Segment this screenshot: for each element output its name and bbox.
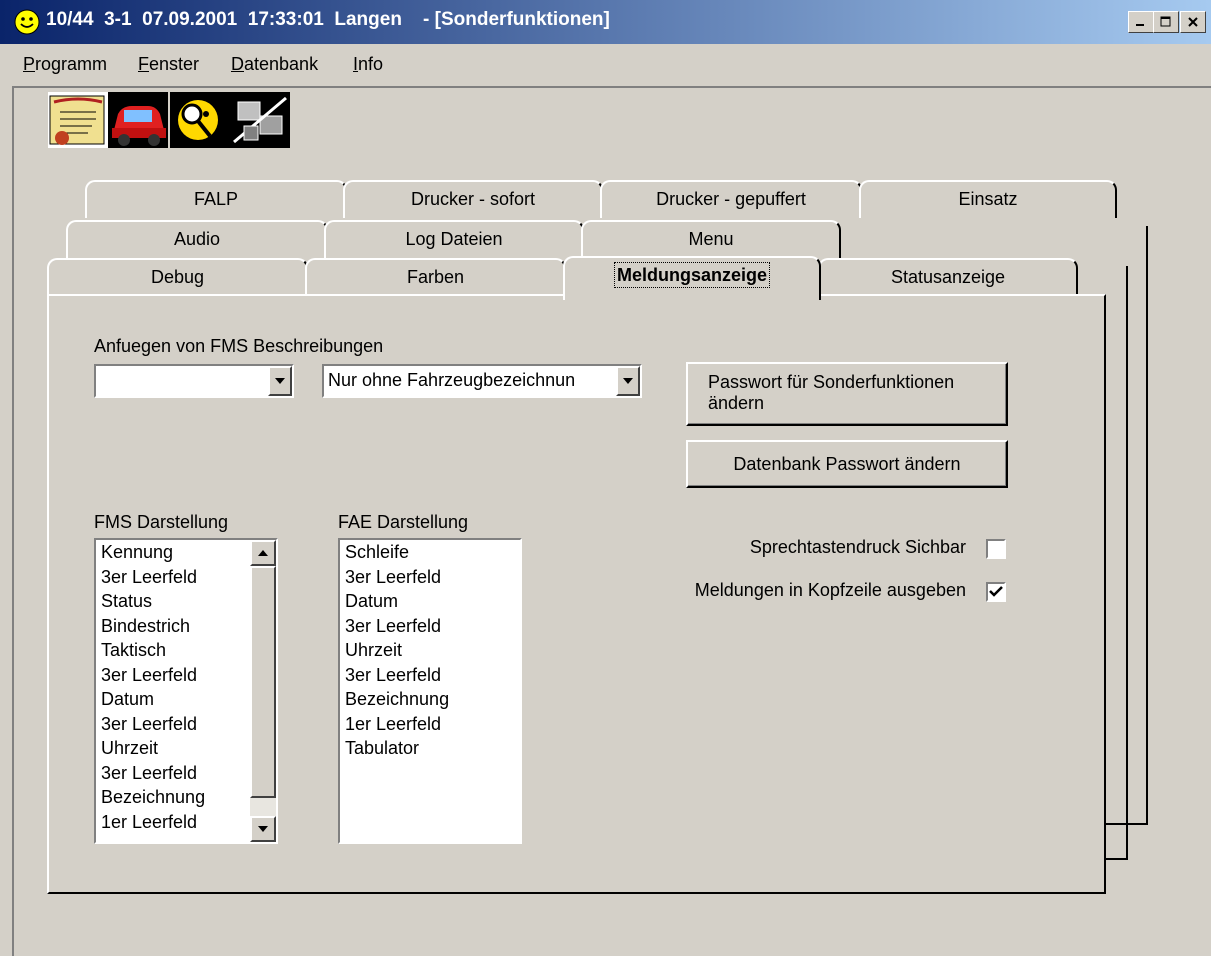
fahrzeugbezeichnung-combo[interactable]: Nur ohne Fahrzeugbezeichnun (322, 364, 642, 398)
list-item[interactable]: 3er Leerfeld (96, 761, 276, 786)
fms-darstellung-list[interactable]: Kennung 3er Leerfeld Status Bindestrich Takt… (94, 538, 278, 844)
list-item[interactable]: Schleife (340, 540, 520, 565)
button-label-line2: ändern (708, 393, 765, 413)
meldungen-kopfzeile-checkbox[interactable] (986, 582, 1006, 602)
list-item[interactable]: 3er Leerfeld (340, 565, 520, 590)
fae-darstellung-label: FAE Darstellung (338, 512, 469, 532)
fae-darstellung-list[interactable]: Schleife 3er Leerfeld Datum 3er Leerfeld Uhr… (338, 538, 522, 844)
list-item[interactable]: Bezeichnung (340, 687, 520, 712)
fms-beschreibung-combo[interactable] (94, 364, 294, 398)
tab-einsatz[interactable]: Einsatz (859, 180, 1117, 218)
datenbank-passwort-button[interactable]: Datenbank Passwort ändern (686, 440, 1008, 488)
vertical-scrollbar[interactable] (250, 540, 276, 842)
list-item[interactable]: Tabulator (340, 736, 520, 761)
fms-darstellung-label: FMS Darstellung (94, 512, 229, 532)
tab-farben[interactable]: Farben (305, 258, 566, 296)
fms-beschreibungen-label: Anfuegen von FMS Beschreibungen (94, 336, 384, 356)
menu-fenster[interactable]: Fenster (138, 54, 199, 75)
list-item[interactable]: Datum (96, 687, 276, 712)
tab-statusanzeige[interactable]: Statusanzeige (818, 258, 1078, 296)
tab-audio[interactable]: Audio (66, 220, 328, 258)
car-icon[interactable] (108, 92, 168, 148)
network-computer-icon[interactable] (230, 92, 290, 148)
chevron-down-icon[interactable] (268, 366, 292, 396)
smiley-app-icon (14, 9, 40, 35)
list-item[interactable]: Kennung (96, 540, 276, 565)
list-item[interactable]: Bezeichnung (96, 785, 276, 810)
scroll-down-icon[interactable] (250, 816, 276, 842)
list-item[interactable]: Bindestrich (96, 614, 276, 639)
scroll-up-icon[interactable] (250, 540, 276, 566)
tab-falp[interactable]: FALP (85, 180, 347, 218)
check-icon (989, 586, 1003, 597)
passwort-sonderfunktionen-button[interactable]: Passwort für Sonderfunktionen ändern (686, 362, 1008, 426)
list-item[interactable]: 3er Leerfeld (96, 565, 276, 590)
scrollbar-thumb[interactable] (250, 566, 276, 798)
detective-magnifier-icon[interactable] (170, 92, 230, 148)
list-item[interactable]: Datum (340, 589, 520, 614)
chevron-down-icon[interactable] (616, 366, 640, 396)
tab-menu[interactable]: Menu (581, 220, 841, 258)
list-item[interactable]: Uhrzeit (96, 736, 276, 761)
tab-drucker-gepuffert[interactable]: Drucker - gepuffert (600, 180, 862, 218)
tab-meldungsanzeige[interactable]: Meldungsanzeige (563, 256, 821, 300)
sprechtastendruck-label: Sprechtastendruck Sichbar (749, 537, 966, 557)
list-item[interactable]: Taktisch (96, 638, 276, 663)
tab-drucker-sofort[interactable]: Drucker - sofort (343, 180, 603, 218)
list-item[interactable]: 3er Leerfeld (340, 614, 520, 639)
list-item[interactable]: 3er Leerfeld (96, 663, 276, 688)
maximize-button[interactable] (1153, 11, 1179, 33)
scroll-document-icon[interactable] (48, 92, 108, 148)
list-item[interactable]: Status (96, 589, 276, 614)
menu-datenbank[interactable]: Datenbank (231, 54, 318, 75)
list-item[interactable]: Uhrzeit (340, 638, 520, 663)
menu-info[interactable]: Info (353, 54, 383, 75)
minimize-button[interactable] (1128, 11, 1154, 33)
window-title: 10/44 3-1 07.09.2001 17:33:01 Langen - [… (46, 9, 610, 30)
list-item[interactable]: 3er Leerfeld (340, 663, 520, 688)
combo-value: Nur ohne Fahrzeugbezeichnun (328, 370, 576, 390)
list-item[interactable]: 1er Leerfeld (96, 810, 276, 835)
list-item[interactable]: 3er Leerfeld (96, 712, 276, 737)
meldungen-kopfzeile-label: Meldungen in Kopfzeile ausgeben (694, 580, 966, 600)
sprechtastendruck-checkbox[interactable] (986, 539, 1006, 559)
button-label-line1: Passwort für Sonderfunktionen (708, 372, 955, 392)
tab-log-dateien[interactable]: Log Dateien (324, 220, 584, 258)
close-button[interactable] (1180, 11, 1206, 33)
menu-programm[interactable]: Programm (23, 54, 107, 75)
tab-page-back-2 (1106, 266, 1128, 860)
tab-debug[interactable]: Debug (47, 258, 308, 296)
button-label: Datenbank Passwort ändern (733, 454, 961, 474)
list-item[interactable]: 1er Leerfeld (340, 712, 520, 737)
